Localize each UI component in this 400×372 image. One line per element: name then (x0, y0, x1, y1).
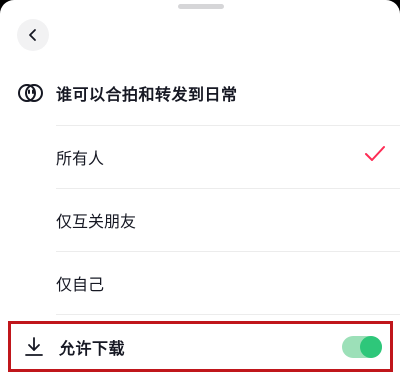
option-label: 所有人 (56, 149, 105, 168)
option-label: 仅自己 (56, 275, 105, 294)
sheet-grabber[interactable] (178, 4, 224, 9)
section-title: 谁可以合拍和转发到日常 (56, 85, 238, 104)
bottom-sheet: 谁可以合拍和转发到日常 所有人 仅互关朋友 仅自己 允许下载 (0, 0, 400, 372)
option-label: 仅互关朋友 (56, 212, 137, 231)
section-header: 谁可以合拍和转发到日常 (18, 78, 388, 108)
allow-download-row[interactable]: 允许下载 (8, 321, 393, 372)
download-icon (21, 334, 47, 360)
option-everyone[interactable]: 所有人 (56, 126, 400, 188)
toggle-knob (360, 336, 382, 358)
allow-download-label: 允许下载 (59, 338, 126, 358)
allow-download-toggle[interactable] (342, 336, 382, 358)
divider (56, 314, 400, 315)
duet-icon (18, 80, 44, 106)
back-button[interactable] (17, 19, 49, 51)
chevron-left-icon (26, 28, 40, 42)
option-mutual-friends[interactable]: 仅互关朋友 (56, 189, 400, 251)
checkmark-icon (364, 145, 386, 167)
option-only-me[interactable]: 仅自己 (56, 252, 400, 314)
